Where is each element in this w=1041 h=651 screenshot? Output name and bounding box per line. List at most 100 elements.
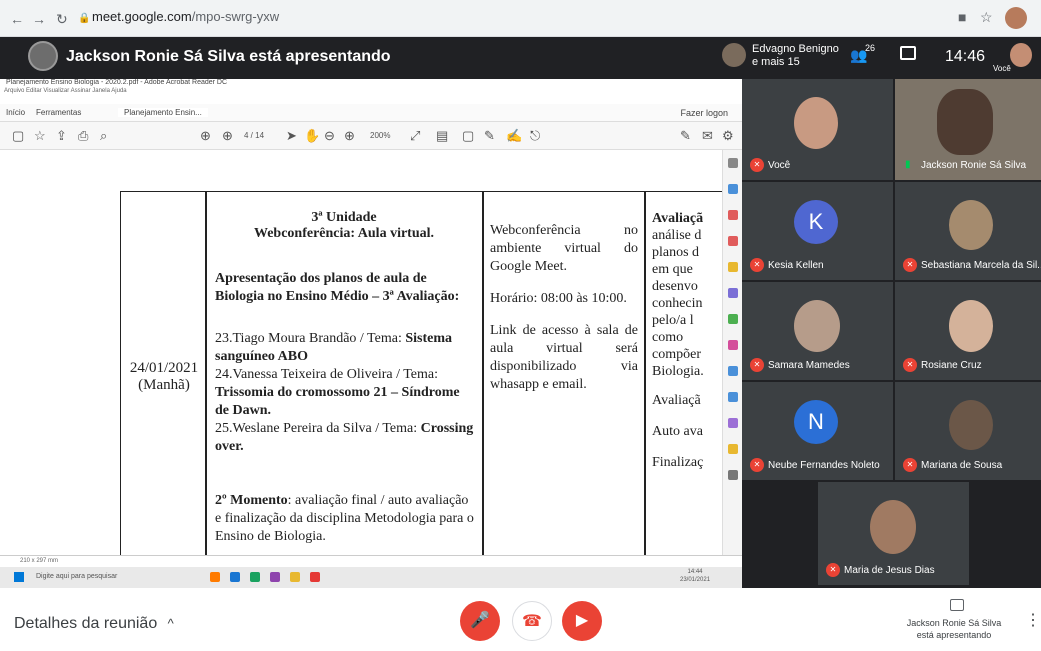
doc-date: 24/01/2021 — [129, 360, 199, 376]
presenting-status[interactable]: Jackson Ronie Sá Silva está apresentando — [906, 617, 1002, 641]
mic-off-icon: ✕ — [750, 358, 764, 372]
unit-title: 3ª Unidade — [311, 210, 377, 225]
participant-name: Sebastiana Marcela da Sil... — [921, 260, 1041, 271]
meeting-details-button[interactable]: Detalhes da reunião ^ — [14, 615, 174, 633]
profile-avatar[interactable] — [1005, 7, 1027, 29]
participant-name: Samara Mamedes — [768, 360, 850, 371]
mail-icon[interactable]: ✉ — [702, 128, 713, 144]
chrome-icon[interactable] — [250, 572, 260, 582]
participant-tile[interactable]: K ✕ Kesia Kellen — [742, 182, 893, 280]
comment-icon[interactable]: ▤ — [436, 128, 448, 144]
participant-tile[interactable]: N ✕ Neube Fernandes Noleto — [742, 382, 893, 480]
acrobat-title: Planejamento Ensino Biologia - 2020.2.pd… — [0, 79, 742, 88]
meet-controls: Detalhes da reunião ^ 🎤 ☎ ▶ Jackson Roni… — [0, 588, 1041, 651]
note-icon[interactable]: ▢ — [462, 128, 474, 144]
participant-tile[interactable]: ▮ Jackson Ronie Sá Silva — [895, 79, 1041, 180]
hand-icon[interactable]: ✋ — [304, 128, 320, 144]
optimize-icon[interactable] — [728, 392, 738, 402]
more-tools-icon[interactable] — [728, 470, 738, 480]
chat-icon[interactable] — [900, 46, 916, 60]
acrobat-icon[interactable] — [310, 572, 320, 582]
comment-tool-icon[interactable] — [728, 262, 738, 272]
participant-tile[interactable]: ✕ Maria de Jesus Dias — [818, 482, 969, 585]
organize-icon[interactable] — [728, 314, 738, 324]
participants-summary[interactable]: Edvagno Benigno e mais 15 — [752, 43, 839, 69]
back-icon[interactable]: ← — [10, 11, 24, 27]
self-avatar[interactable] — [1010, 43, 1032, 67]
sign-tool-icon[interactable] — [728, 418, 738, 428]
zoom-out-icon[interactable]: ⊖ — [324, 128, 335, 144]
participant-tile[interactable]: ✕ Samara Mamedes — [742, 282, 893, 380]
taskbar-search[interactable]: Digite aqui para pesquisar — [36, 573, 117, 580]
explorer-icon[interactable] — [290, 572, 300, 582]
more-options-icon[interactable]: ⋮ — [1025, 610, 1041, 630]
tray-clock: 14:44 23/01/2021 — [680, 568, 710, 584]
sign-icon[interactable]: ✍ — [506, 128, 522, 144]
presenter-title: Jackson Ronie Sá Silva está apresentando — [66, 48, 391, 65]
print-icon[interactable]: ⎙ — [78, 128, 88, 144]
present-icon[interactable] — [950, 599, 964, 611]
participant-tile[interactable]: ✕ Mariana de Sousa — [895, 382, 1041, 480]
login-link[interactable]: Fazer logon — [680, 108, 728, 118]
protect-icon[interactable] — [728, 366, 738, 376]
fill-sign-icon[interactable] — [728, 340, 738, 350]
share-icon[interactable]: ⎋ — [530, 128, 540, 144]
zoom-level[interactable]: 200% — [370, 131, 390, 140]
acrobat-side-panel — [722, 150, 742, 555]
leave-call-button[interactable]: ☎ — [512, 601, 552, 641]
combine-icon[interactable] — [728, 288, 738, 298]
bookmark-star-icon[interactable]: ☆ — [980, 9, 993, 26]
app-icon[interactable] — [230, 572, 240, 582]
participant-grid: ✕ Você ▮ Jackson Ronie Sá Silva K ✕ Kesi… — [742, 79, 1041, 588]
col3-text: Webconferência no ambiente virtual do Go… — [490, 222, 638, 394]
page-down-icon[interactable]: ⊕ — [222, 128, 233, 144]
mic-off-icon: ✕ — [750, 258, 764, 272]
app-icon[interactable] — [270, 572, 280, 582]
cursor-icon[interactable]: ➤ — [286, 128, 297, 144]
mic-toggle-button[interactable]: 🎤 — [460, 601, 500, 641]
page-up-icon[interactable]: ⊕ — [200, 128, 211, 144]
export-pdf-icon[interactable] — [728, 184, 738, 194]
browser-toolbar: ← → ↻ 🔒 meet.google.com/mpo-swrg-yxw ■ ☆ — [0, 0, 1041, 37]
home-icon[interactable]: ▢ — [12, 128, 24, 144]
presenting-name: Jackson Ronie Sá Silva — [906, 618, 1002, 628]
fit-icon[interactable]: ⤢ — [410, 128, 420, 144]
edit-icon[interactable]: ✎ — [680, 128, 691, 144]
mic-off-icon: 🎤 — [470, 612, 490, 629]
acrobat-menu: Arquivo Editar Visualizar Assinar Janela… — [4, 88, 127, 94]
firefox-icon[interactable] — [210, 572, 220, 582]
tab-tools[interactable]: Ferramentas — [36, 108, 81, 117]
edit-pdf-icon[interactable] — [728, 236, 738, 246]
participant-tile[interactable]: ✕ Sebastiana Marcela da Sil... — [895, 182, 1041, 280]
date-cell: 24/01/2021 (Manhã) — [129, 360, 199, 394]
participant-photo — [949, 300, 993, 352]
pen-icon[interactable]: ✎ — [484, 128, 495, 144]
send-icon[interactable] — [728, 444, 738, 454]
tray-time: 14:44 — [687, 569, 703, 575]
mic-off-icon: ✕ — [903, 358, 917, 372]
participant-photo — [949, 200, 993, 250]
participants-line2: e mais 15 — [752, 56, 800, 68]
search-tool-icon[interactable] — [728, 158, 738, 168]
tab-document[interactable]: Planejamento Ensin... — [118, 108, 208, 117]
participant-tile[interactable]: ✕ Rosiane Cruz — [895, 282, 1041, 380]
search-icon[interactable]: ⌕ — [100, 128, 107, 144]
camera-indicator-icon[interactable]: ■ — [958, 9, 966, 25]
presenter-avatar — [28, 41, 58, 71]
tools-icon[interactable]: ⚙ — [722, 128, 734, 144]
address-bar[interactable]: meet.google.com/mpo-swrg-yxw — [92, 9, 279, 24]
star-icon[interactable]: ☆ — [34, 128, 46, 144]
item-23: 23.Tiago Moura Brandão / Tema: Sistema s… — [215, 330, 477, 366]
forward-icon[interactable]: → — [32, 11, 46, 27]
participant-tile[interactable]: ✕ Você — [742, 79, 893, 180]
col3-para-c: Link de acesso à sala de aula virtual se… — [490, 323, 638, 392]
zoom-in-icon[interactable]: ⊕ — [344, 128, 355, 144]
tab-home[interactable]: Início — [6, 108, 25, 117]
create-pdf-icon[interactable] — [728, 210, 738, 220]
windows-start-icon[interactable] — [14, 572, 24, 582]
col4-line: em que — [652, 262, 693, 277]
camera-toggle-button[interactable]: ▶ — [562, 601, 602, 641]
reload-icon[interactable]: ↻ — [56, 11, 68, 28]
page-counter[interactable]: 4 / 14 — [244, 131, 264, 140]
upload-icon[interactable]: ⇪ — [56, 128, 67, 144]
